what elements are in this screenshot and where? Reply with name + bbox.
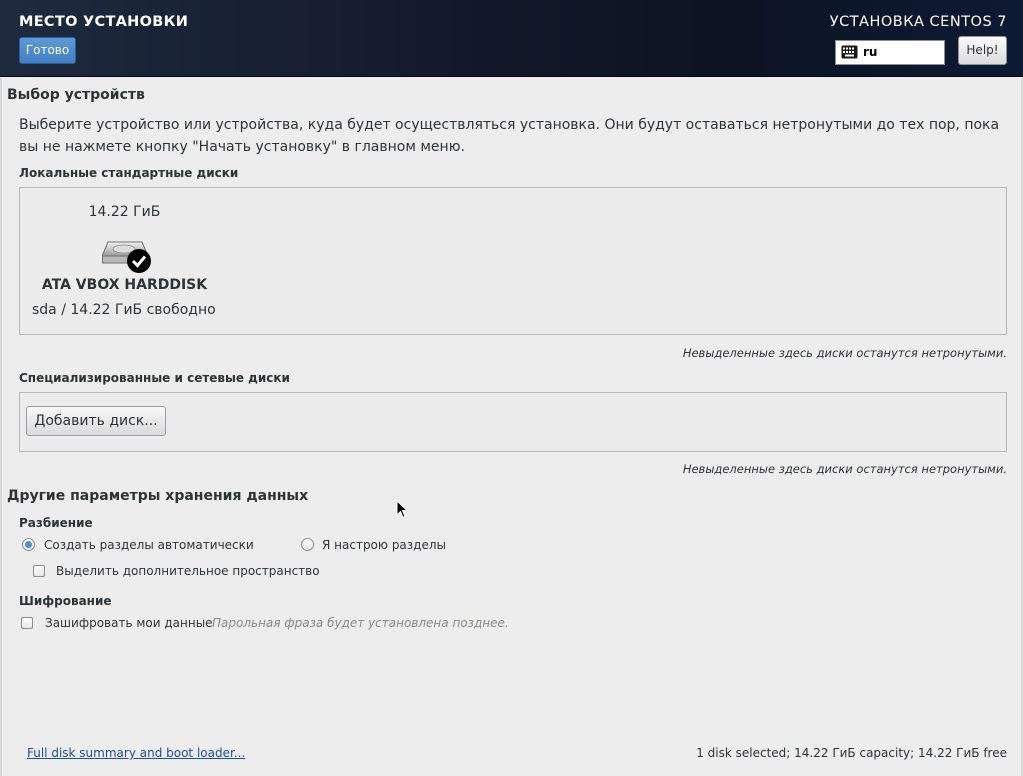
disk-detail: sda / 14.22 ГиБ свободно bbox=[32, 302, 216, 318]
local-disks-note: Невыделенные здесь диски останутся нетро… bbox=[682, 346, 1007, 360]
auto-partition-label[interactable]: Создать разделы автоматически bbox=[44, 538, 254, 552]
partitioning-heading: Разбиение bbox=[19, 516, 93, 530]
local-disks-heading: Локальные стандартные диски bbox=[19, 166, 239, 180]
encrypt-hint: Парольная фраза будет установлена поздне… bbox=[212, 616, 509, 630]
encrypt-checkbox[interactable] bbox=[21, 617, 33, 629]
disk-size: 14.22 ГиБ bbox=[88, 204, 161, 220]
disk-selection-status: 1 disk selected; 14.22 ГиБ capacity; 14.… bbox=[696, 746, 1007, 760]
header-bar: МЕСТО УСТАНОВКИ Готово УСТАНОВКА CENTOS … bbox=[0, 0, 1023, 77]
encrypt-label[interactable]: Зашифровать мои данные bbox=[45, 616, 213, 630]
keyboard-layout-indicator[interactable]: ru bbox=[835, 40, 945, 65]
network-disks-panel bbox=[19, 392, 1007, 452]
disk-name: ATA VBOX HARDDISK bbox=[41, 277, 208, 293]
device-selection-heading: Выбор устройств bbox=[7, 87, 145, 103]
disk-summary-link[interactable]: Full disk summary and boot loader... bbox=[27, 746, 245, 760]
keyboard-icon bbox=[841, 45, 858, 59]
hard-disk-selected-icon bbox=[102, 241, 151, 273]
help-button[interactable]: Help! bbox=[958, 36, 1007, 65]
auto-partition-radio[interactable] bbox=[22, 538, 35, 551]
keyboard-layout-label: ru bbox=[863, 45, 878, 59]
encryption-heading: Шифрование bbox=[19, 594, 112, 608]
device-selection-description: Выберите устройство или устройства, куда… bbox=[19, 117, 1000, 155]
reclaim-space-label[interactable]: Выделить дополнительное пространство bbox=[56, 564, 320, 578]
product-title: УСТАНОВКА CENTOS 7 bbox=[829, 14, 1007, 30]
manual-partition-label[interactable]: Я настрою разделы bbox=[322, 538, 446, 552]
page-title: МЕСТО УСТАНОВКИ bbox=[19, 14, 189, 30]
manual-partition-radio[interactable] bbox=[301, 538, 314, 551]
disk-tile-sda[interactable]: 14.22 ГиБ ATA VBOX HARDDISK sda / 14.22 … bbox=[22, 195, 227, 325]
network-disks-heading: Специализированные и сетевые диски bbox=[19, 371, 290, 385]
storage-options-heading: Другие параметры хранения данных bbox=[7, 488, 309, 504]
add-disk-button[interactable]: Добавить диск... bbox=[26, 406, 166, 436]
reclaim-space-checkbox[interactable] bbox=[33, 565, 45, 577]
network-disks-note: Невыделенные здесь диски останутся нетро… bbox=[682, 462, 1007, 476]
done-button[interactable]: Готово bbox=[19, 37, 76, 64]
mouse-cursor-icon bbox=[396, 500, 408, 519]
